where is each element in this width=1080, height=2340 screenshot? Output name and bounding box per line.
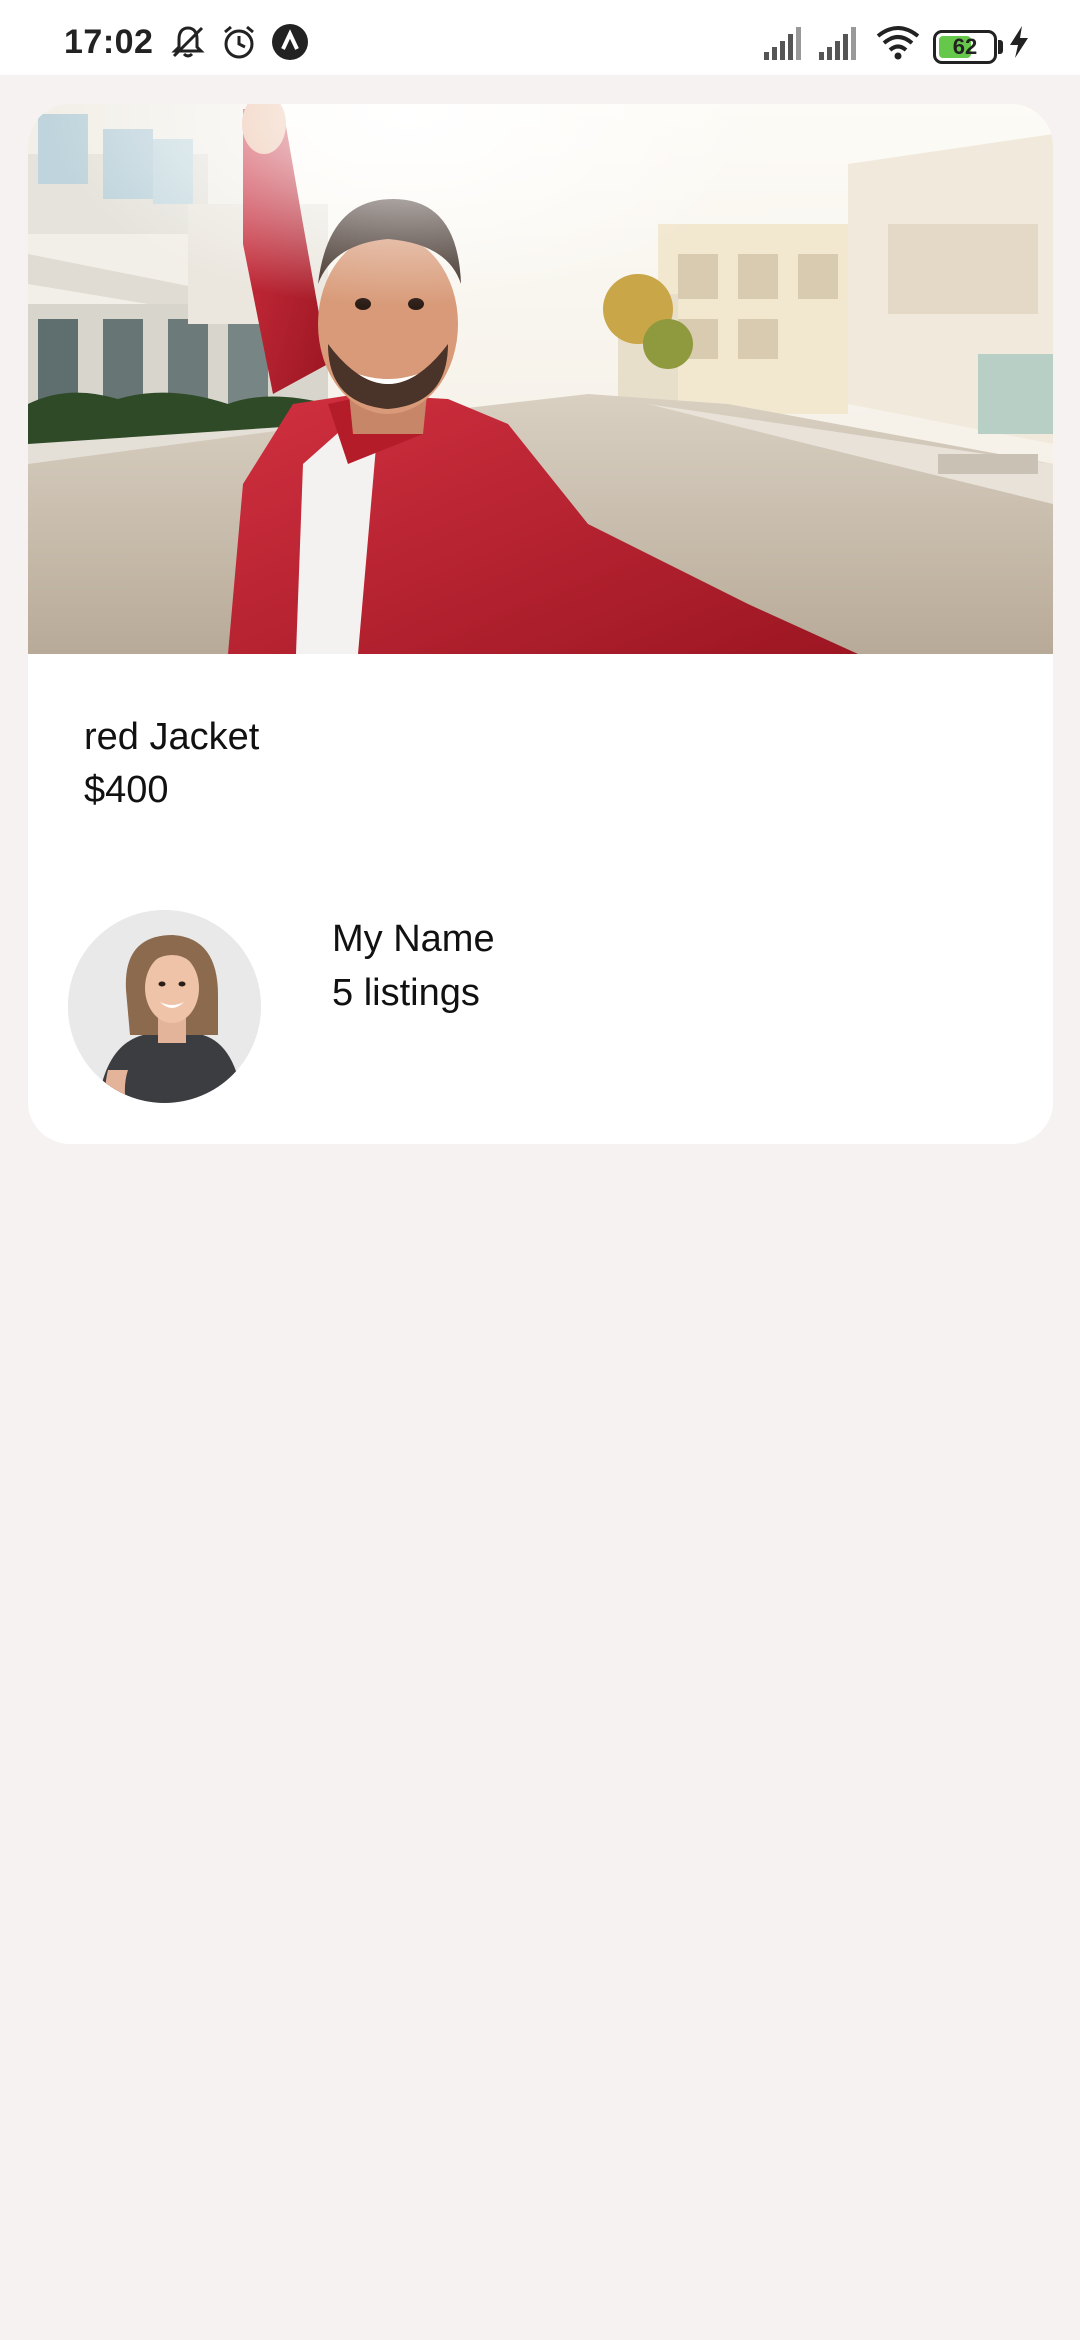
- listing-price: $400: [84, 769, 169, 811]
- seller-name: My Name: [332, 918, 495, 960]
- alarm-icon: [219, 22, 259, 62]
- signal-icon: [762, 22, 808, 62]
- charging-icon: [1004, 22, 1034, 62]
- battery-tip: [998, 40, 1003, 54]
- listing-photo: [28, 104, 1053, 654]
- seller-listings-count: 5 listings: [332, 972, 480, 1014]
- status-bar: 17:02 62: [0, 0, 1080, 75]
- wifi-icon: [875, 22, 921, 62]
- battery-level-label: 62: [952, 34, 978, 59]
- app-notification-icon: [270, 22, 310, 62]
- listing-title: red Jacket: [84, 716, 260, 758]
- signal-icon: [817, 22, 863, 62]
- status-time: 17:02: [64, 23, 154, 61]
- listing-card[interactable]: red Jacket $400 My Name 5 listings: [28, 104, 1053, 1144]
- notifications-muted-icon: [168, 22, 208, 62]
- seller-avatar[interactable]: [68, 910, 261, 1103]
- battery-icon: 62: [933, 30, 997, 64]
